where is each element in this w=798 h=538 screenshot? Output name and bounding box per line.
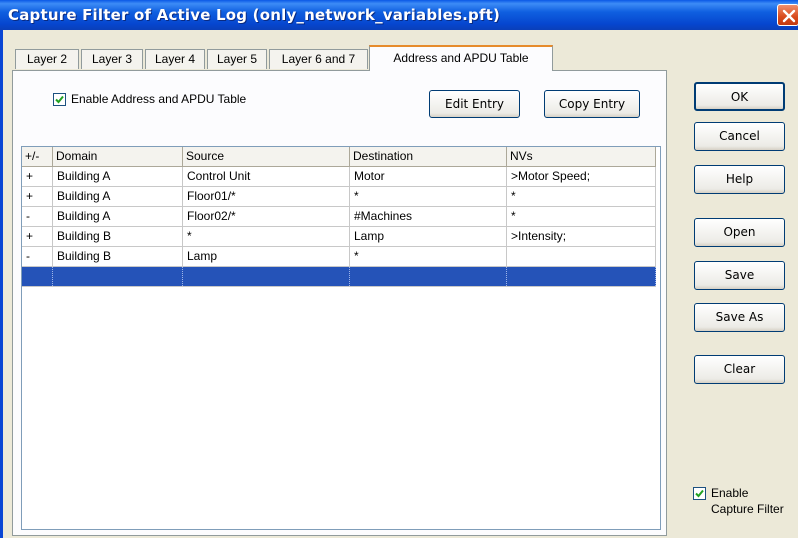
help-button[interactable]: Help — [694, 165, 785, 194]
cell-destination[interactable]: #Machines — [350, 207, 507, 226]
title-bar[interactable]: Capture Filter of Active Log (only_netwo… — [0, 0, 798, 30]
cell-plus-minus[interactable]: - — [22, 207, 53, 226]
close-button[interactable] — [777, 4, 798, 26]
enable-address-apdu-checkbox[interactable] — [53, 93, 66, 106]
tab-layer-5[interactable]: Layer 5 — [207, 49, 267, 69]
cell-plus-minus[interactable] — [22, 267, 53, 286]
cell-domain[interactable]: Building A — [53, 167, 183, 186]
save-button[interactable]: Save — [694, 261, 785, 290]
cell-nvs[interactable] — [507, 247, 656, 266]
column-header-nvs[interactable]: NVs — [507, 147, 656, 166]
column-header-destination[interactable]: Destination — [350, 147, 507, 166]
cell-domain[interactable]: Building B — [53, 227, 183, 246]
cancel-button[interactable]: Cancel — [694, 122, 785, 151]
cell-domain[interactable]: Building B — [53, 247, 183, 266]
table-row[interactable]: - Building A Floor02/* #Machines * — [22, 207, 656, 227]
enable-capture-filter-label-line2: Capture Filter — [711, 502, 784, 516]
checkmark-icon — [695, 489, 704, 498]
cell-destination[interactable]: * — [350, 187, 507, 206]
window-title: Capture Filter of Active Log (only_netwo… — [8, 6, 501, 24]
table-row[interactable]: + Building A Floor01/* * * — [22, 187, 656, 207]
copy-entry-button[interactable]: Copy Entry — [544, 90, 640, 118]
enable-address-apdu-label: Enable Address and APDU Table — [71, 92, 247, 106]
tab-layer-2[interactable]: Layer 2 — [15, 49, 79, 69]
tab-layer-4[interactable]: Layer 4 — [145, 49, 205, 69]
cell-source[interactable]: Floor02/* — [183, 207, 350, 226]
cell-nvs[interactable]: * — [507, 207, 656, 226]
cell-plus-minus[interactable]: - — [22, 247, 53, 266]
cell-source[interactable]: * — [183, 227, 350, 246]
cell-nvs[interactable]: * — [507, 187, 656, 206]
table-row[interactable]: - Building B Lamp * — [22, 247, 656, 267]
cell-nvs[interactable]: >Motor Speed; — [507, 167, 656, 186]
table-row[interactable]: + Building B * Lamp >Intensity; — [22, 227, 656, 247]
cell-source[interactable]: Lamp — [183, 247, 350, 266]
cell-source[interactable] — [183, 267, 350, 286]
cell-plus-minus[interactable]: + — [22, 187, 53, 206]
column-header-plus-minus[interactable]: +/- — [22, 147, 53, 166]
cell-destination[interactable] — [350, 267, 507, 286]
cell-domain[interactable]: Building A — [53, 187, 183, 206]
edit-entry-button[interactable]: Edit Entry — [429, 90, 520, 118]
checkmark-icon — [55, 95, 64, 104]
cell-plus-minus[interactable]: + — [22, 167, 53, 186]
cell-domain[interactable] — [53, 267, 183, 286]
cell-destination[interactable]: Motor — [350, 167, 507, 186]
cell-domain[interactable]: Building A — [53, 207, 183, 226]
enable-capture-filter-checkbox[interactable] — [693, 487, 706, 500]
ok-button[interactable]: OK — [694, 82, 785, 111]
cell-source[interactable]: Floor01/* — [183, 187, 350, 206]
tab-layer-3[interactable]: Layer 3 — [81, 49, 143, 69]
column-header-source[interactable]: Source — [183, 147, 350, 166]
table-row[interactable]: + Building A Control Unit Motor >Motor S… — [22, 167, 656, 187]
enable-capture-filter-label-line1: Enable — [711, 486, 749, 500]
clear-button[interactable]: Clear — [694, 355, 785, 384]
cell-destination[interactable]: Lamp — [350, 227, 507, 246]
cell-nvs[interactable] — [507, 267, 656, 286]
cell-nvs[interactable]: >Intensity; — [507, 227, 656, 246]
column-header-domain[interactable]: Domain — [53, 147, 183, 166]
tab-address-and-apdu-table[interactable]: Address and APDU Table — [369, 45, 553, 71]
close-icon — [782, 9, 796, 23]
cell-source[interactable]: Control Unit — [183, 167, 350, 186]
address-apdu-table[interactable]: +/- Domain Source Destination NVs + Buil… — [21, 146, 661, 530]
tab-layer-6-and-7[interactable]: Layer 6 and 7 — [269, 49, 368, 69]
cell-plus-minus[interactable]: + — [22, 227, 53, 246]
table-header: +/- Domain Source Destination NVs — [22, 147, 656, 167]
table-row-selected[interactable] — [22, 267, 656, 287]
cell-destination[interactable]: * — [350, 247, 507, 266]
open-button[interactable]: Open — [694, 218, 785, 247]
save-as-button[interactable]: Save As — [694, 303, 785, 332]
